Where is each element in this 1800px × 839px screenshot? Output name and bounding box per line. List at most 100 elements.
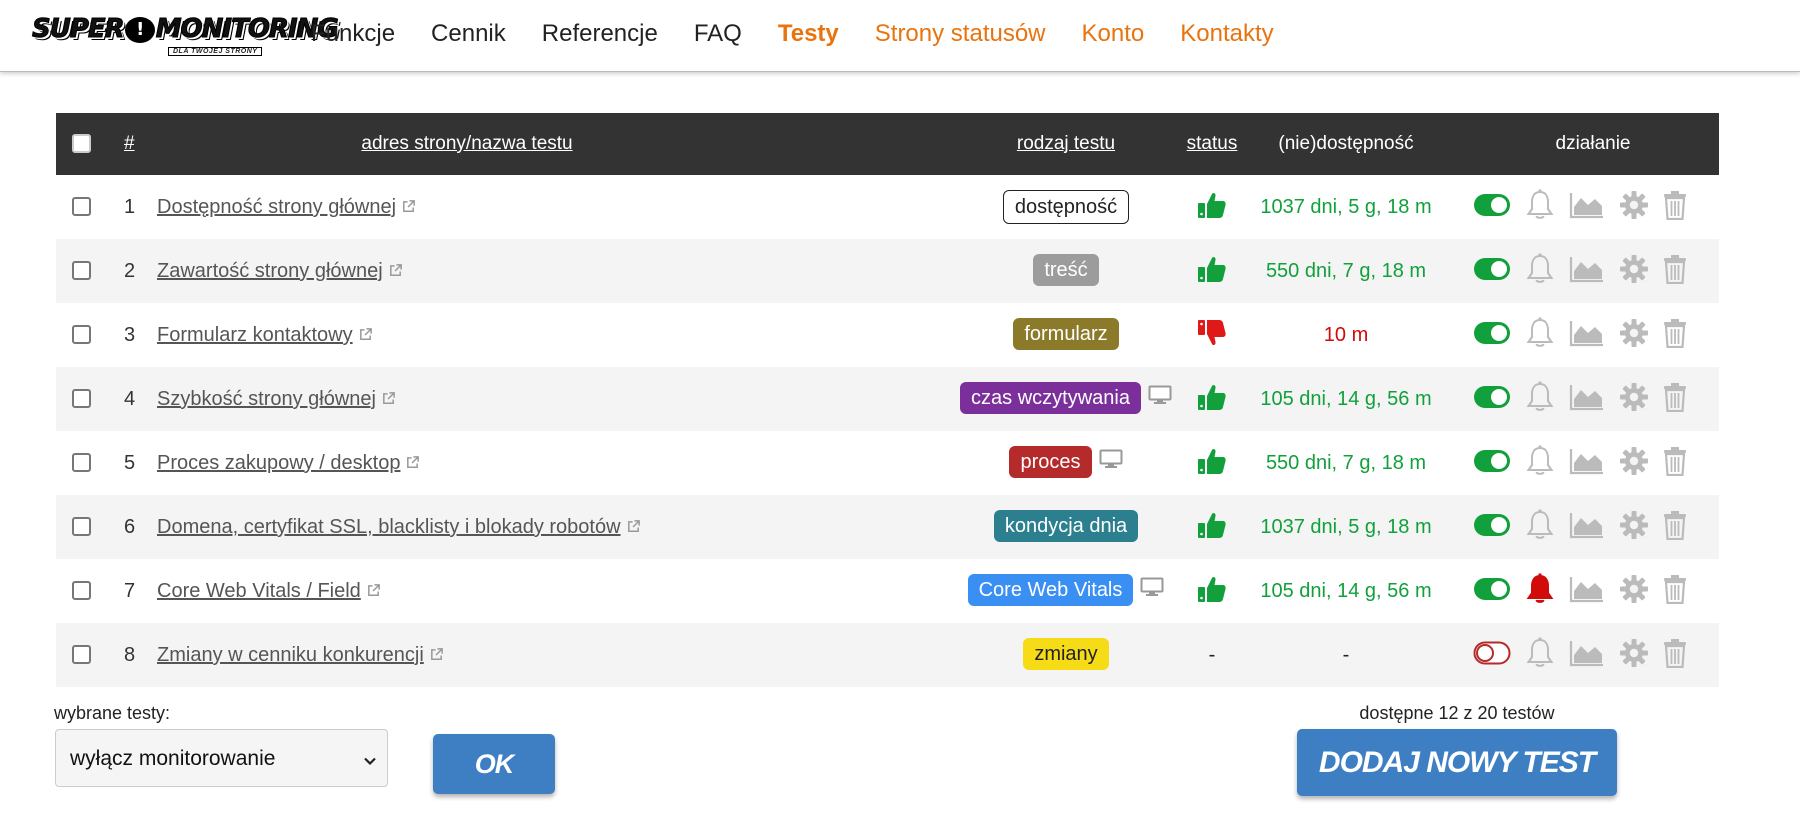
toggle-on-icon[interactable] (1473, 577, 1511, 607)
nav-item-7[interactable]: Konto (1082, 20, 1145, 48)
nav-item-4[interactable]: FAQ (694, 20, 742, 48)
nav-item-6[interactable]: Strony statusów (875, 20, 1046, 48)
row-actions (1473, 573, 1701, 611)
test-type-badge: treść (1033, 254, 1099, 286)
external-link-icon[interactable] (626, 517, 641, 540)
trash-icon[interactable] (1663, 574, 1687, 610)
row-number: 4 (124, 388, 136, 410)
gear-icon[interactable] (1619, 254, 1649, 290)
test-name-link[interactable]: Zmiany w cenniku konkurencji (157, 644, 444, 668)
trash-icon[interactable] (1663, 318, 1687, 354)
bell-icon[interactable] (1525, 509, 1555, 547)
toggle-on-icon[interactable] (1473, 257, 1511, 287)
trash-icon[interactable] (1663, 638, 1687, 674)
table-row: 1 Dostępność strony głównej dostępność 1037… (56, 175, 1719, 239)
gear-icon[interactable] (1619, 638, 1649, 674)
test-name: Domena, certyfikat SSL, blacklisty i blo… (157, 516, 621, 538)
bell-icon[interactable] (1525, 381, 1555, 419)
bell-icon[interactable] (1525, 189, 1555, 227)
toggle-on-icon[interactable] (1473, 449, 1511, 479)
external-link-icon[interactable] (388, 261, 403, 284)
chart-icon[interactable] (1569, 639, 1605, 673)
external-link-icon[interactable] (366, 581, 381, 604)
nav-item-3[interactable]: Referencje (542, 20, 658, 48)
row-number: 2 (124, 260, 136, 282)
row-checkbox[interactable] (72, 389, 91, 408)
test-name-link[interactable]: Formularz kontaktowy (157, 324, 373, 348)
row-checkbox[interactable] (72, 581, 91, 600)
gear-icon[interactable] (1619, 318, 1649, 354)
test-name-link[interactable]: Proces zakupowy / desktop (157, 452, 420, 476)
thumbs-up-icon (1192, 191, 1232, 225)
test-name-link[interactable]: Szybkość strony głównej (157, 388, 396, 412)
toggle-on-icon[interactable] (1473, 193, 1511, 223)
toggle-on-icon[interactable] (1473, 513, 1511, 543)
add-new-test-button[interactable]: DODAJ NOWY TEST (1297, 729, 1617, 796)
row-checkbox[interactable] (72, 517, 91, 536)
test-name-link[interactable]: Core Web Vitals / Field (157, 580, 381, 604)
row-actions (1473, 381, 1701, 419)
chart-icon[interactable] (1569, 383, 1605, 417)
external-link-icon[interactable] (401, 197, 416, 220)
bulk-action-select[interactable]: wyłącz monitorowanie (55, 729, 388, 787)
test-name-link[interactable]: Dostępność strony głównej (157, 196, 416, 220)
gear-icon[interactable] (1619, 190, 1649, 226)
bell-icon[interactable] (1525, 253, 1555, 291)
tests-table: # adres strony/nazwa testu rodzaj testu … (56, 113, 1719, 687)
nav-item-2[interactable]: Cennik (431, 20, 506, 48)
availability-value: 105 dni, 14 g, 56 m (1260, 580, 1432, 602)
bell-icon[interactable] (1525, 573, 1555, 611)
row-actions (1473, 637, 1701, 675)
trash-icon[interactable] (1663, 510, 1687, 546)
test-name-link[interactable]: Zawartość strony głównej (157, 260, 403, 284)
gear-icon[interactable] (1619, 382, 1649, 418)
gear-icon[interactable] (1619, 510, 1649, 546)
toggle-on-icon[interactable] (1473, 321, 1511, 351)
nav-item-8[interactable]: Kontakty (1180, 20, 1273, 48)
toggle-off-icon[interactable] (1473, 641, 1511, 671)
logo-bang: ! (124, 17, 155, 43)
row-checkbox[interactable] (72, 645, 91, 664)
chart-icon[interactable] (1569, 255, 1605, 289)
external-link-icon[interactable] (381, 389, 396, 412)
select-all-checkbox[interactable] (72, 134, 91, 153)
table-row: 3 Formularz kontaktowy formularz 10 m (56, 303, 1719, 367)
toggle-on-icon[interactable] (1473, 385, 1511, 415)
row-checkbox[interactable] (72, 197, 91, 216)
row-actions (1473, 509, 1701, 547)
bell-icon[interactable] (1525, 317, 1555, 355)
trash-icon[interactable] (1663, 190, 1687, 226)
chart-icon[interactable] (1569, 447, 1605, 481)
external-link-icon[interactable] (405, 453, 420, 476)
ok-button[interactable]: OK (433, 734, 555, 794)
test-type-badge: Core Web Vitals (967, 574, 1134, 606)
bell-icon[interactable] (1525, 637, 1555, 675)
col-num-header[interactable]: # (124, 133, 135, 155)
gear-icon[interactable] (1619, 574, 1649, 610)
trash-icon[interactable] (1663, 254, 1687, 290)
external-link-icon[interactable] (429, 645, 444, 668)
test-name-link[interactable]: Domena, certyfikat SSL, blacklisty i blo… (157, 516, 641, 540)
col-actions-header: działanie (1555, 133, 1631, 154)
row-checkbox[interactable] (72, 325, 91, 344)
trash-icon[interactable] (1663, 382, 1687, 418)
bell-icon[interactable] (1525, 445, 1555, 483)
gear-icon[interactable] (1619, 446, 1649, 482)
chart-icon[interactable] (1569, 511, 1605, 545)
chart-icon[interactable] (1569, 319, 1605, 353)
main-nav: Funkcje Cennik Referencje FAQ Testy Strony st… (311, 20, 1310, 48)
col-name-header[interactable]: adres strony/nazwa testu (157, 133, 777, 155)
thumbs-up-icon (1192, 383, 1232, 417)
nav-item-1[interactable]: Funkcje (311, 20, 395, 48)
trash-icon[interactable] (1663, 446, 1687, 482)
nav-item-5[interactable]: Testy (778, 20, 839, 48)
supermonitoring-logo[interactable]: SUPER! MONITORING DLA TWOJEJ STRONY (32, 14, 339, 62)
table-body: 1 Dostępność strony głównej dostępność 1037… (56, 175, 1719, 687)
row-checkbox[interactable] (72, 453, 91, 472)
external-link-icon[interactable] (358, 325, 373, 348)
availability-value: 550 dni, 7 g, 18 m (1265, 452, 1427, 474)
chart-icon[interactable] (1569, 191, 1605, 225)
table-row: 8 Zmiany w cenniku konkurencji zmiany - - (56, 623, 1719, 687)
row-checkbox[interactable] (72, 261, 91, 280)
chart-icon[interactable] (1569, 575, 1605, 609)
